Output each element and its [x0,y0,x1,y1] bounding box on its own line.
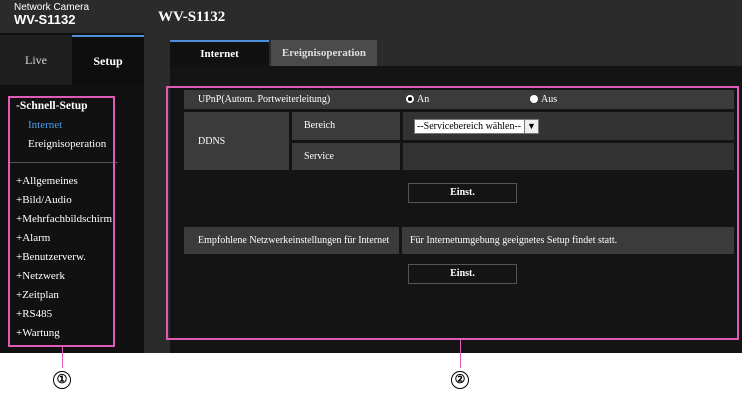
callout-number-2: ② [451,371,469,389]
brand: Network Camera WV-S1132 [14,3,89,27]
highlight-frame-1 [8,96,115,347]
brand-model: WV-S1132 [14,12,76,27]
tab-ereignisoperation[interactable]: Ereignisoperation [271,40,377,66]
camera-web-ui: Network Camera WV-S1132 WV-S1132 Live Se… [0,0,742,353]
highlight-frame-2 [166,86,739,340]
tab-internet[interactable]: Internet [170,40,269,66]
callout-line-1 [62,347,63,368]
tab-live[interactable]: Live [0,35,72,85]
page-title: WV-S1132 [158,9,226,25]
mode-tabs: Live Setup [0,35,144,85]
callout-line-2 [460,340,461,368]
tab-setup[interactable]: Setup [72,35,144,85]
callout-number-1: ① [53,371,71,389]
